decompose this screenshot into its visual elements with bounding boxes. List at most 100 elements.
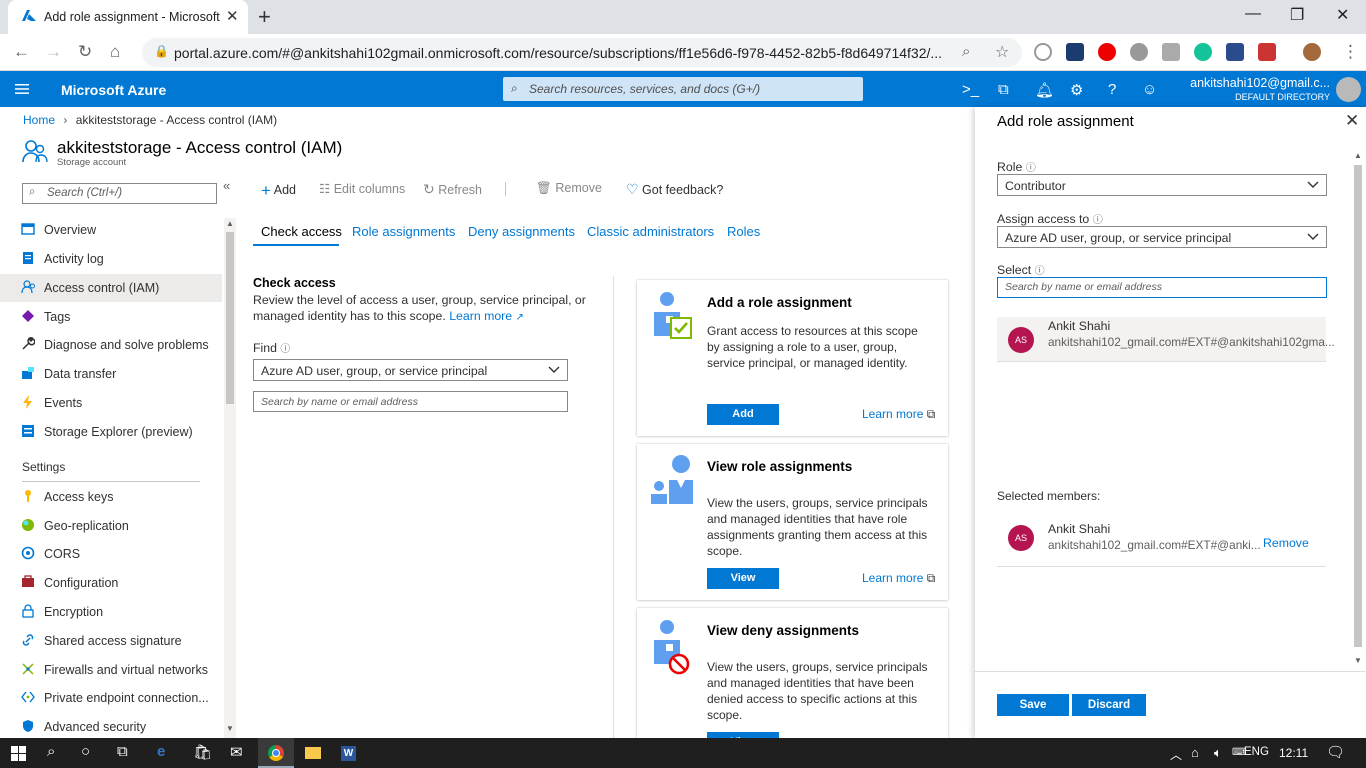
- sidebar-item-tags[interactable]: Tags: [0, 303, 222, 331]
- sidebar-item-access-control[interactable]: Access control (IAM): [0, 274, 222, 302]
- select-member-search-input[interactable]: Search by name or email address: [997, 277, 1327, 298]
- info-icon[interactable]: ⓘ: [1026, 163, 1036, 174]
- user-account[interactable]: ankitshahi102@gmail.c... DEFAULT DIRECTO…: [1140, 76, 1330, 104]
- store-icon[interactable]: 🛍︎: [193, 743, 212, 761]
- profile-avatar[interactable]: [1303, 43, 1321, 61]
- new-tab-icon[interactable]: +: [258, 4, 271, 30]
- mail-icon[interactable]: ✉: [230, 743, 243, 761]
- panel-scroll-thumb[interactable]: [1354, 165, 1362, 647]
- info-icon[interactable]: ⓘ: [280, 344, 290, 355]
- sidebar-item-data-transfer[interactable]: Data transfer: [0, 360, 222, 388]
- feedback-button[interactable]: ♡ Got feedback?: [626, 181, 723, 198]
- scroll-up-icon[interactable]: ▲: [226, 219, 234, 228]
- discard-button[interactable]: Discard: [1072, 694, 1146, 716]
- tab-roles[interactable]: Roles: [727, 224, 760, 239]
- user-avatar-icon[interactable]: [1336, 77, 1361, 102]
- volume-icon[interactable]: 🔈︎: [1214, 745, 1222, 761]
- sidebar-scroll-thumb[interactable]: [226, 232, 234, 404]
- settings-gear-icon[interactable]: ⚙: [1070, 81, 1083, 99]
- sidebar-item-encryption[interactable]: Encryption: [0, 598, 222, 626]
- extension-adblock-icon[interactable]: [1098, 43, 1116, 61]
- edit-columns-button[interactable]: ☷ Edit columns: [319, 181, 405, 196]
- windows-start-icon[interactable]: [11, 746, 26, 761]
- back-icon[interactable]: ←: [13, 42, 30, 62]
- sidebar-item-diagnose[interactable]: Diagnose and solve problems: [0, 331, 222, 359]
- edge-browser-icon[interactable]: e: [157, 743, 165, 760]
- extension-vpn-icon[interactable]: [1226, 43, 1244, 61]
- tab-deny-assignments[interactable]: Deny assignments: [468, 224, 575, 239]
- global-search-input[interactable]: ⌕ Search resources, services, and docs (…: [503, 77, 863, 101]
- sidebar-scrollbar[interactable]: ▲ ▼: [224, 218, 236, 738]
- sidebar-search-input[interactable]: ⌕ Search (Ctrl+/): [22, 183, 217, 204]
- sidebar-item-private-endpoint[interactable]: Private endpoint connection...: [0, 684, 222, 712]
- find-dropdown[interactable]: Azure AD user, group, or service princip…: [253, 359, 568, 381]
- bookmark-star-icon[interactable]: ☆: [995, 42, 1009, 62]
- forward-icon[interactable]: →: [45, 42, 62, 62]
- hamburger-menu-icon[interactable]: [15, 84, 29, 94]
- tab-classic-administrators[interactable]: Classic administrators: [587, 224, 714, 239]
- card-learn-more[interactable]: Learn more ⧉: [862, 407, 935, 422]
- sidebar-item-activity-log[interactable]: Activity log: [0, 245, 222, 273]
- network-status-icon[interactable]: ⌂: [1191, 745, 1199, 760]
- candidate-member-row[interactable]: AS Ankit Shahi ankitshahi102_gmail.com#E…: [997, 317, 1335, 362]
- refresh-button[interactable]: ↻ Refresh: [423, 181, 482, 198]
- restore-icon[interactable]: ❐: [1290, 5, 1304, 25]
- help-icon[interactable]: ?: [1108, 81, 1116, 98]
- extension-chart-icon[interactable]: [1066, 43, 1084, 61]
- reload-icon[interactable]: ↻: [78, 42, 92, 62]
- add-button[interactable]: + Add: [261, 181, 296, 201]
- sidebar-item-configuration[interactable]: Configuration: [0, 569, 222, 597]
- remove-button[interactable]: 🗑︎ Remove: [536, 181, 602, 196]
- sidebar-item-access-keys[interactable]: Access keys: [0, 483, 222, 511]
- zoom-icon[interactable]: ⌕: [962, 43, 970, 60]
- info-icon[interactable]: ⓘ: [1093, 215, 1103, 226]
- scroll-down-icon[interactable]: ▼: [226, 724, 234, 733]
- cortana-icon[interactable]: ○: [81, 743, 90, 760]
- sidebar-item-events[interactable]: Events: [0, 389, 222, 417]
- close-tab-icon[interactable]: ✕: [226, 7, 239, 25]
- panel-scrollbar[interactable]: ▲ ▼: [1351, 149, 1365, 669]
- address-bar[interactable]: 🔒 portal.azure.com/#@ankitshahi102gmail.…: [142, 38, 1022, 67]
- info-icon[interactable]: ⓘ: [1035, 266, 1045, 277]
- extension-icon[interactable]: [1034, 43, 1052, 61]
- remove-member-link[interactable]: Remove: [1263, 536, 1309, 550]
- sidebar-item-firewalls[interactable]: Firewalls and virtual networks: [0, 656, 222, 684]
- sidebar-item-storage-explorer[interactable]: Storage Explorer (preview): [0, 418, 222, 446]
- extension-grammarly-icon[interactable]: [1194, 43, 1212, 61]
- search-icon[interactable]: ⌕: [47, 743, 55, 760]
- extension-skype-icon[interactable]: [1130, 43, 1148, 61]
- sidebar-item-shared-access-signature[interactable]: Shared access signature: [0, 627, 222, 655]
- file-explorer-icon[interactable]: [305, 747, 321, 759]
- tab-role-assignments[interactable]: Role assignments: [352, 224, 455, 239]
- browser-menu-icon[interactable]: ⋮: [1342, 42, 1359, 62]
- cloud-shell-icon[interactable]: >_: [962, 81, 979, 98]
- sidebar-item-geo-replication[interactable]: Geo-replication: [0, 512, 222, 540]
- brand-name[interactable]: Microsoft Azure: [61, 82, 166, 98]
- check-access-learn-more[interactable]: Learn more: [449, 309, 512, 323]
- sidebar-item-overview[interactable]: Overview: [0, 216, 222, 244]
- extension-pdf-icon[interactable]: [1258, 43, 1276, 61]
- window-close-icon[interactable]: ✕: [1336, 5, 1349, 25]
- find-search-input[interactable]: Search by name or email address: [253, 391, 568, 412]
- close-panel-icon[interactable]: ✕: [1345, 111, 1359, 131]
- collapse-sidebar-icon[interactable]: «: [223, 178, 230, 193]
- browser-tab[interactable]: Add role assignment - Microsoft ✕: [8, 0, 248, 34]
- assign-access-dropdown[interactable]: Azure AD user, group, or service princip…: [997, 226, 1327, 248]
- task-view-icon[interactable]: ⧉: [117, 743, 128, 760]
- directory-filter-icon[interactable]: ⧉: [998, 81, 1009, 98]
- scroll-up-icon[interactable]: ▲: [1354, 151, 1362, 160]
- home-icon[interactable]: ⌂: [110, 42, 120, 62]
- language-indicator[interactable]: ENG: [1244, 746, 1269, 758]
- show-hidden-icons-icon[interactable]: ︿: [1170, 746, 1182, 763]
- chrome-icon[interactable]: [258, 738, 294, 768]
- scroll-down-icon[interactable]: ▼: [1354, 656, 1362, 665]
- extension-tag-icon[interactable]: [1162, 43, 1180, 61]
- tab-check-access[interactable]: Check access: [261, 224, 342, 239]
- taskbar-clock[interactable]: 12:11: [1279, 746, 1308, 760]
- sidebar-item-cors[interactable]: CORS: [0, 540, 222, 568]
- save-button[interactable]: Save: [997, 694, 1069, 716]
- minimize-icon[interactable]: —: [1245, 5, 1261, 23]
- notifications-bell-icon[interactable]: 🔔︎: [1035, 81, 1054, 99]
- role-dropdown[interactable]: Contributor: [997, 174, 1327, 196]
- word-icon[interactable]: W: [341, 746, 356, 761]
